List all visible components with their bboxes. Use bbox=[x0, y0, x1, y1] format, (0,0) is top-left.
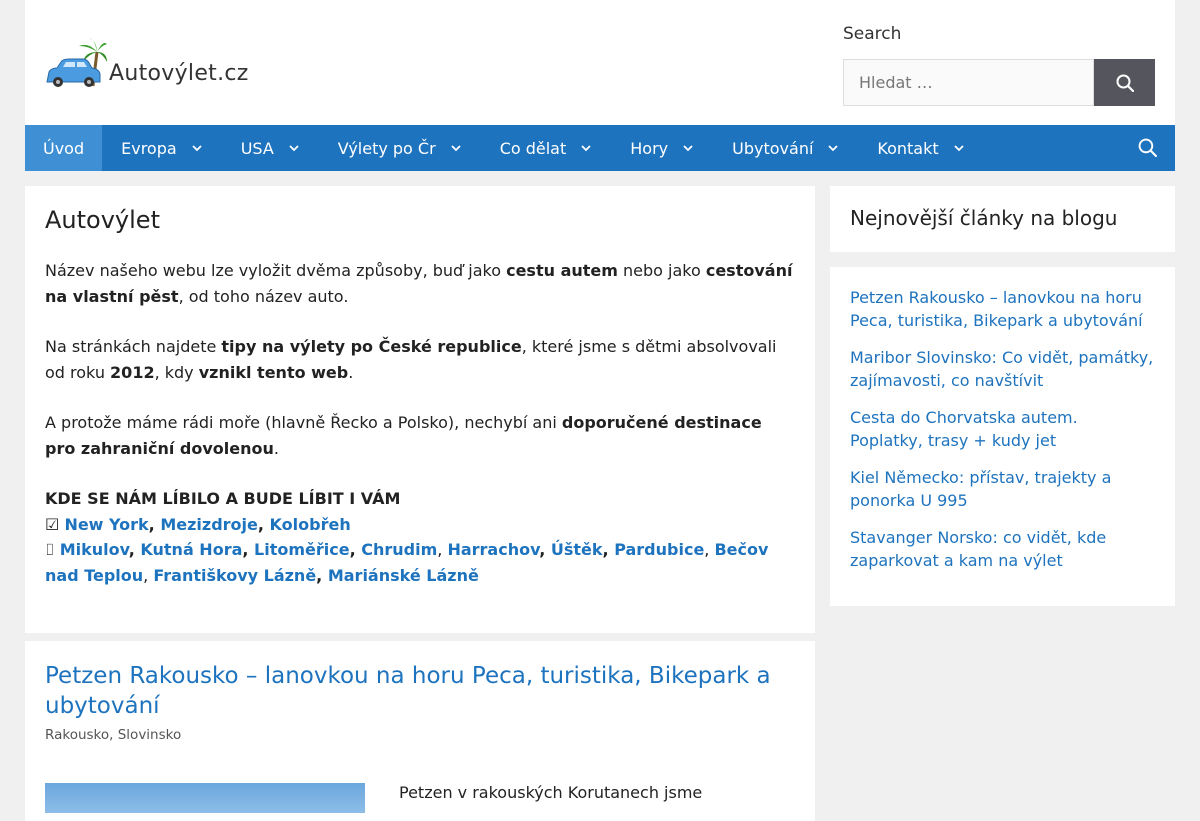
list-item: Cesta do Chorvatska autem. Poplatky, tra… bbox=[850, 407, 1155, 452]
list-item: Petzen Rakousko – lanovkou na horu Peca,… bbox=[850, 287, 1155, 332]
chevron-down-icon bbox=[192, 145, 202, 152]
nav-label: Úvod bbox=[43, 138, 85, 158]
text: . bbox=[273, 438, 279, 458]
text: Název našeho webu lze vyložit dvěma způs… bbox=[45, 261, 507, 280]
post-thumbnail[interactable] bbox=[45, 783, 365, 813]
nav-label: Hory bbox=[630, 138, 669, 158]
link-ustek[interactable]: Úštěk bbox=[551, 540, 603, 559]
nav-item-usa[interactable]: USA bbox=[222, 125, 319, 171]
box-icon: ⌷ bbox=[45, 540, 60, 559]
intro-paragraph-2: Na stránkách najdete tipy na výlety po Č… bbox=[45, 334, 795, 385]
sidebar-title-widget: Nejnovější články na blogu bbox=[830, 186, 1175, 252]
bold-text: vznikl tento web bbox=[198, 362, 349, 382]
destinations-block: KDE SE NÁM LÍBILO A BUDE LÍBIT I VÁM ☑ N… bbox=[45, 489, 769, 585]
chevron-down-icon bbox=[451, 145, 461, 152]
nav-item-co-delat[interactable]: Co dělat bbox=[481, 125, 612, 171]
post-categories: Rakousko, Slovinsko bbox=[45, 727, 182, 743]
bold-text: tipy na výlety po České republice bbox=[221, 337, 522, 356]
chevron-down-icon bbox=[289, 145, 299, 152]
sidebar-recent-posts: Petzen Rakousko – lanovkou na horu Peca,… bbox=[830, 267, 1175, 606]
nav-label: USA bbox=[240, 138, 274, 158]
link-mikulov[interactable]: Mikulov bbox=[60, 540, 129, 559]
sidebar-title: Nejnovější články na blogu bbox=[850, 206, 1118, 230]
intro-paragraph-3: A protože máme rádi moře (hlavně Řecko a… bbox=[45, 410, 795, 461]
list-item: Kiel Německo: přístav, trajekty a ponork… bbox=[850, 467, 1155, 512]
link-frantiskovy-lazne[interactable]: Františkovy Lázně bbox=[153, 566, 316, 585]
main-navigation: Úvod Evropa USA Výlety po Čr Co dělat Ho… bbox=[25, 125, 1175, 171]
search-widget: Search bbox=[843, 24, 1155, 106]
text: . bbox=[348, 362, 354, 382]
link-new-york[interactable]: New York bbox=[64, 515, 148, 534]
chevron-down-icon bbox=[581, 145, 591, 152]
nav-item-uvod[interactable]: Úvod bbox=[25, 125, 103, 171]
post-title: Petzen Rakousko – lanovkou na horu Peca,… bbox=[45, 661, 795, 721]
logo-text: Autovýlet.cz bbox=[109, 61, 249, 86]
destinations-heading: KDE SE NÁM LÍBILO A BUDE LÍBIT I VÁM bbox=[45, 489, 401, 508]
nav-item-vylety-po-cr[interactable]: Výlety po Čr bbox=[319, 125, 481, 171]
text: Na stránkách najdete bbox=[45, 337, 222, 356]
link-litomerice[interactable]: Litoměřice bbox=[254, 540, 350, 559]
link-pardubice[interactable]: Pardubice bbox=[614, 540, 704, 559]
nav-item-evropa[interactable]: Evropa bbox=[102, 125, 222, 171]
link-chrudim[interactable]: Chrudim bbox=[361, 540, 437, 559]
link-mezizdroje[interactable]: Mezizdroje bbox=[160, 515, 258, 534]
post-title-link[interactable]: Petzen Rakousko – lanovkou na horu Peca,… bbox=[45, 663, 771, 719]
search-title: Search bbox=[843, 24, 902, 44]
post-excerpt: Petzen v rakouských Korutanech jsme bbox=[399, 783, 703, 802]
nav-search-button[interactable] bbox=[1138, 138, 1157, 161]
nav-label: Ubytování bbox=[732, 138, 814, 158]
page-title: Autovýlet bbox=[45, 206, 160, 234]
search-button[interactable] bbox=[1094, 59, 1155, 106]
list-item: Stavanger Norsko: co vidět, kde zaparkov… bbox=[850, 527, 1155, 572]
bold-text: 2012 bbox=[110, 362, 155, 382]
link-kolobreh[interactable]: Kolobřeh bbox=[270, 515, 351, 534]
text: A protože máme rádi moře (hlavně Řecko a… bbox=[45, 413, 562, 432]
category-link[interactable]: Slovinsko bbox=[118, 727, 182, 743]
list-item: Maribor Slovinsko: Co vidět, památky, za… bbox=[850, 347, 1155, 392]
intro-paragraph-1: Název našeho webu lze vyložit dvěma způs… bbox=[45, 258, 795, 309]
nav-item-kontakt[interactable]: Kontakt bbox=[858, 125, 983, 171]
category-link[interactable]: Rakousko bbox=[45, 727, 109, 743]
recent-post-link[interactable]: Kiel Německo: přístav, trajekty a ponork… bbox=[850, 468, 1111, 510]
link-marianske-lazne[interactable]: Mariánské Lázně bbox=[328, 566, 479, 585]
car-palm-logo-icon bbox=[46, 38, 107, 87]
post-preview: Petzen Rakousko – lanovkou na horu Peca,… bbox=[25, 641, 815, 821]
nav-label: Kontakt bbox=[877, 138, 939, 158]
nav-item-hory[interactable]: Hory bbox=[611, 125, 713, 171]
recent-post-link[interactable]: Cesta do Chorvatska autem. Poplatky, tra… bbox=[850, 408, 1078, 450]
link-harrachov[interactable]: Harrachov bbox=[447, 540, 539, 559]
text: nebo jako bbox=[617, 261, 706, 280]
search-row bbox=[843, 59, 1155, 106]
recent-posts-list: Petzen Rakousko – lanovkou na horu Peca,… bbox=[850, 287, 1155, 572]
chevron-down-icon bbox=[683, 145, 693, 152]
text: , od toho název auto. bbox=[178, 286, 349, 306]
bold-text: cestu autem bbox=[506, 261, 618, 280]
text: , kdy bbox=[154, 362, 199, 382]
nav-label: Evropa bbox=[121, 138, 177, 158]
link-kutna-hora[interactable]: Kutná Hora bbox=[140, 540, 242, 559]
recent-post-link[interactable]: Maribor Slovinsko: Co vidět, památky, za… bbox=[850, 348, 1153, 390]
search-input[interactable] bbox=[843, 59, 1094, 106]
search-icon bbox=[1138, 138, 1157, 157]
checkbox-icon: ☑ bbox=[45, 514, 65, 534]
search-icon bbox=[1116, 74, 1134, 92]
nav-item-ubytovani[interactable]: Ubytování bbox=[713, 125, 858, 171]
nav-label: Co dělat bbox=[499, 138, 567, 158]
recent-post-link[interactable]: Stavanger Norsko: co vidět, kde zaparkov… bbox=[850, 528, 1106, 570]
site-header: Autovýlet.cz Search bbox=[25, 0, 1175, 125]
chevron-down-icon bbox=[828, 145, 839, 152]
nav-label: Výlety po Čr bbox=[337, 138, 436, 158]
intro-article: Autovýlet Název našeho webu lze vyložit … bbox=[25, 186, 815, 633]
recent-post-link[interactable]: Petzen Rakousko – lanovkou na horu Peca,… bbox=[850, 288, 1143, 330]
site-logo[interactable]: Autovýlet.cz bbox=[45, 38, 249, 88]
chevron-down-icon bbox=[954, 145, 964, 152]
